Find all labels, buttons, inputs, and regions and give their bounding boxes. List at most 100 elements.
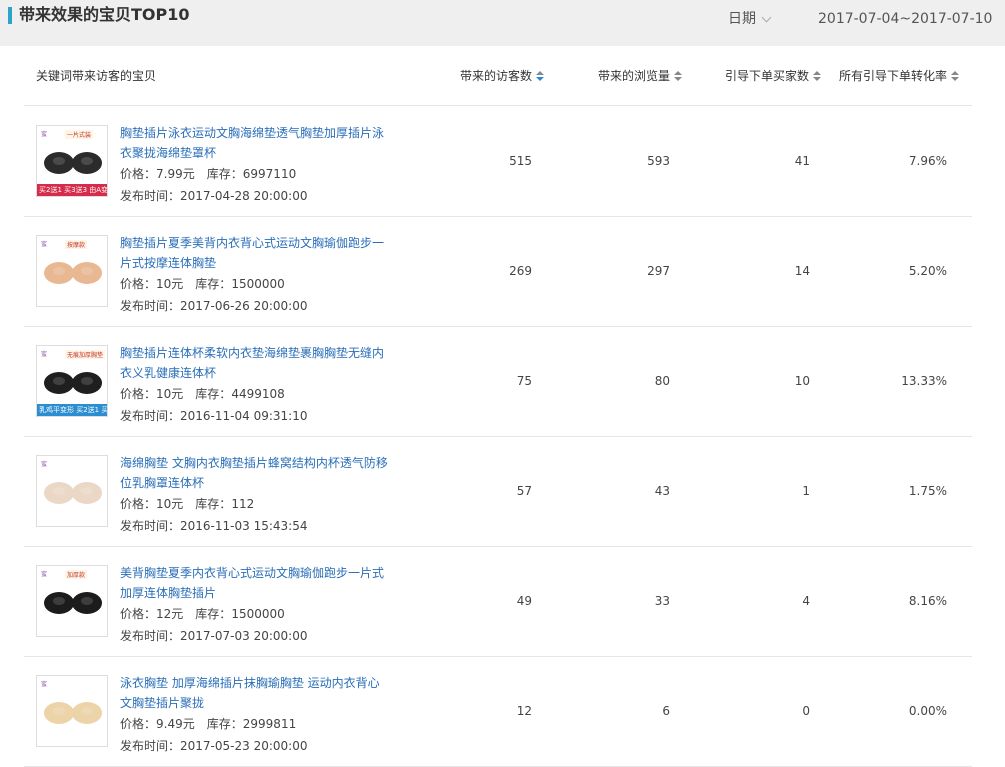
product-thumbnail[interactable]: 蜜 (36, 455, 108, 527)
product-thumbnail[interactable]: 蜜 (36, 675, 108, 747)
brand-logo-icon: 蜜 (41, 571, 48, 578)
bra-pad-icon (44, 592, 102, 614)
cell-visitors: 49 (516, 594, 532, 608)
cell-visitors: 12 (516, 704, 532, 718)
cell-buyers: 1 (802, 484, 810, 498)
product-price-stock: 价格：10元 库存：4499108 (120, 387, 285, 401)
product-price-stock: 价格：9.49元 库存：2999811 (120, 717, 297, 731)
table-row: 蜜 一片式装 买2送1 买3送3 由A变C 胸垫插片泳衣运动文胸海绵垫透气胸垫加… (24, 107, 972, 217)
product-publish-time: 发布时间：2017-05-23 20:00:00 (120, 739, 308, 753)
product-info: 胸垫插片泳衣运动文胸海绵垫透气胸垫加厚插片泳衣聚拢海绵垫罩杯 价格：7.99元库… (120, 123, 390, 207)
bra-pad-icon (44, 702, 102, 724)
table-row: 蜜 加厚款 美背胸垫夏季内衣背心式运动文胸瑜伽跑步一片式加厚连体胸垫插片 价格：… (24, 547, 972, 657)
sort-icon (674, 71, 683, 81)
cell-visitors: 515 (509, 154, 532, 168)
product-price: 10元 (156, 497, 184, 511)
cell-conversion-rate: 13.33% (901, 374, 947, 388)
column-views-sort[interactable]: 带来的浏览量 (598, 67, 683, 85)
column-visitors-sort[interactable]: 带来的访客数 (460, 67, 545, 85)
brand-logo-icon: 蜜 (41, 131, 48, 138)
table-row: 蜜 海绵胸垫 文胸内衣胸垫插片蜂窝结构内杯透气防移位乳胸罩连体杯 价格：10元库… (24, 437, 972, 547)
product-publish-time: 发布时间：2017-07-03 20:00:00 (120, 629, 308, 643)
brand-logo-icon: 蜜 (41, 351, 48, 358)
product-link[interactable]: 胸垫插片泳衣运动文胸海绵垫透气胸垫加厚插片泳衣聚拢海绵垫罩杯 (120, 123, 390, 163)
product-link[interactable]: 胸垫插片连体杯柔软内衣垫海绵垫裹胸胸垫无缝内衣义乳健康连体杯 (120, 343, 390, 383)
product-price: 10元 (156, 387, 184, 401)
product-stock: 2999811 (242, 717, 297, 731)
thumb-promo-strip: 买2送1 买3送3 由A变C (37, 184, 107, 196)
cell-conversion-rate: 0.00% (908, 704, 947, 718)
product-stock: 1500000 (231, 277, 285, 291)
cell-conversion-rate: 1.75% (908, 484, 947, 498)
column-rate-sort[interactable]: 所有引导下单转化率 (839, 67, 960, 85)
product-info: 泳衣胸垫 加厚海绵插片抹胸瑜胸垫 运动内衣背心文胸垫插片聚拢 价格：9.49元库… (120, 673, 390, 757)
product-info: 胸垫插片连体杯柔软内衣垫海绵垫裹胸胸垫无缝内衣义乳健康连体杯 价格：10元 库存：… (120, 343, 390, 427)
date-label: 日期 (728, 11, 756, 27)
cell-buyers: 4 (802, 594, 810, 608)
cell-buyers: 41 (794, 154, 810, 168)
brand-logo-icon: 蜜 (41, 461, 48, 468)
product-publish-time: 发布时间：2016-11-04 09:31:10 (120, 409, 308, 423)
product-thumbnail[interactable]: 蜜 一片式装 买2送1 买3送3 由A变C (36, 125, 108, 197)
table-row: 蜜 无痕加厚胸垫 乳鸡平变形 买2送1 买3送3 胸垫插片连体杯柔软内衣垫海绵垫… (24, 327, 972, 437)
bra-pad-icon (44, 262, 102, 284)
thumb-tag: 加厚款 (65, 570, 88, 579)
cell-views: 43 (654, 484, 670, 498)
sort-icon (536, 71, 545, 81)
product-info: 海绵胸垫 文胸内衣胸垫插片蜂窝结构内杯透气防移位乳胸罩连体杯 价格：10元 库存：… (120, 453, 390, 537)
cell-conversion-rate: 7.96% (908, 154, 947, 168)
cell-buyers: 14 (794, 264, 810, 278)
product-price-stock: 价格：10元 库存：112 (120, 497, 255, 511)
sort-icon (951, 71, 960, 81)
title-accent-bar (8, 7, 12, 24)
chevron-down-icon (761, 12, 772, 22)
cell-views: 297 (647, 264, 670, 278)
cell-visitors: 57 (516, 484, 532, 498)
column-buyers-sort[interactable]: 引导下单买家数 (725, 67, 822, 85)
date-dropdown[interactable]: 日期 (728, 9, 772, 29)
cell-conversion-rate: 5.20% (908, 264, 947, 278)
product-stock: 4499108 (231, 387, 285, 401)
product-thumbnail[interactable]: 蜜 按摩款 (36, 235, 108, 307)
date-range: 2017-07-04~2017-07-10 (818, 11, 993, 27)
product-price: 10元 (156, 277, 184, 291)
product-link[interactable]: 美背胸垫夏季内衣背心式运动文胸瑜伽跑步一片式加厚连体胸垫插片 (120, 563, 390, 603)
thumb-tag: 按摩款 (65, 240, 88, 249)
product-publish-time: 发布时间：2016-11-03 15:43:54 (120, 519, 308, 533)
cell-buyers: 0 (802, 704, 810, 718)
column-product: 关键词带来访客的宝贝 (36, 69, 157, 83)
product-stock: 112 (231, 497, 255, 511)
thumb-tag: 一片式装 (65, 130, 94, 139)
cell-visitors: 269 (509, 264, 532, 278)
product-thumbnail[interactable]: 蜜 加厚款 (36, 565, 108, 637)
bra-pad-icon (44, 482, 102, 504)
product-publish-time: 发布时间：2017-06-26 20:00:00 (120, 299, 308, 313)
product-link[interactable]: 胸垫插片夏季美背内衣背心式运动文胸瑜伽跑步一片式按摩连体胸垫 (120, 233, 390, 273)
brand-logo-icon: 蜜 (41, 241, 48, 248)
product-price: 7.99元 (156, 167, 195, 181)
cell-visitors: 75 (516, 374, 532, 388)
product-stock: 6997110 (242, 167, 297, 181)
product-link[interactable]: 泳衣胸垫 加厚海绵插片抹胸瑜胸垫 运动内衣背心文胸垫插片聚拢 (120, 673, 390, 713)
cell-conversion-rate: 8.16% (908, 594, 947, 608)
product-thumbnail[interactable]: 蜜 无痕加厚胸垫 乳鸡平变形 买2送1 买3送3 (36, 345, 108, 417)
product-info: 美背胸垫夏季内衣背心式运动文胸瑜伽跑步一片式加厚连体胸垫插片 价格：12元 库存：… (120, 563, 390, 647)
table-body: 蜜 一片式装 买2送1 买3送3 由A变C 胸垫插片泳衣运动文胸海绵垫透气胸垫加… (24, 107, 972, 767)
brand-logo-icon: 蜜 (41, 681, 48, 688)
panel-title: 带来效果的宝贝TOP10 (19, 5, 190, 24)
product-stock: 1500000 (231, 607, 285, 621)
bra-pad-icon (44, 152, 102, 174)
product-link[interactable]: 海绵胸垫 文胸内衣胸垫插片蜂窝结构内杯透气防移位乳胸罩连体杯 (120, 453, 390, 493)
cell-buyers: 10 (794, 374, 810, 388)
cell-views: 593 (647, 154, 670, 168)
table-header: 关键词带来访客的宝贝 带来的访客数 带来的浏览量 引导下单买家数 所有引导下单转… (24, 46, 972, 106)
bra-pad-icon (44, 372, 102, 394)
product-publish-time: 发布时间：2017-04-28 20:00:00 (120, 189, 308, 203)
thumb-promo-strip: 乳鸡平变形 买2送1 买3送3 (37, 404, 107, 416)
table-row: 蜜 按摩款 胸垫插片夏季美背内衣背心式运动文胸瑜伽跑步一片式按摩连体胸垫 价格：… (24, 217, 972, 327)
product-price: 9.49元 (156, 717, 195, 731)
product-price-stock: 价格：12元 库存：1500000 (120, 607, 285, 621)
table-row: 蜜 泳衣胸垫 加厚海绵插片抹胸瑜胸垫 运动内衣背心文胸垫插片聚拢 价格：9.49… (24, 657, 972, 767)
product-price: 12元 (156, 607, 184, 621)
sort-icon (813, 71, 822, 81)
